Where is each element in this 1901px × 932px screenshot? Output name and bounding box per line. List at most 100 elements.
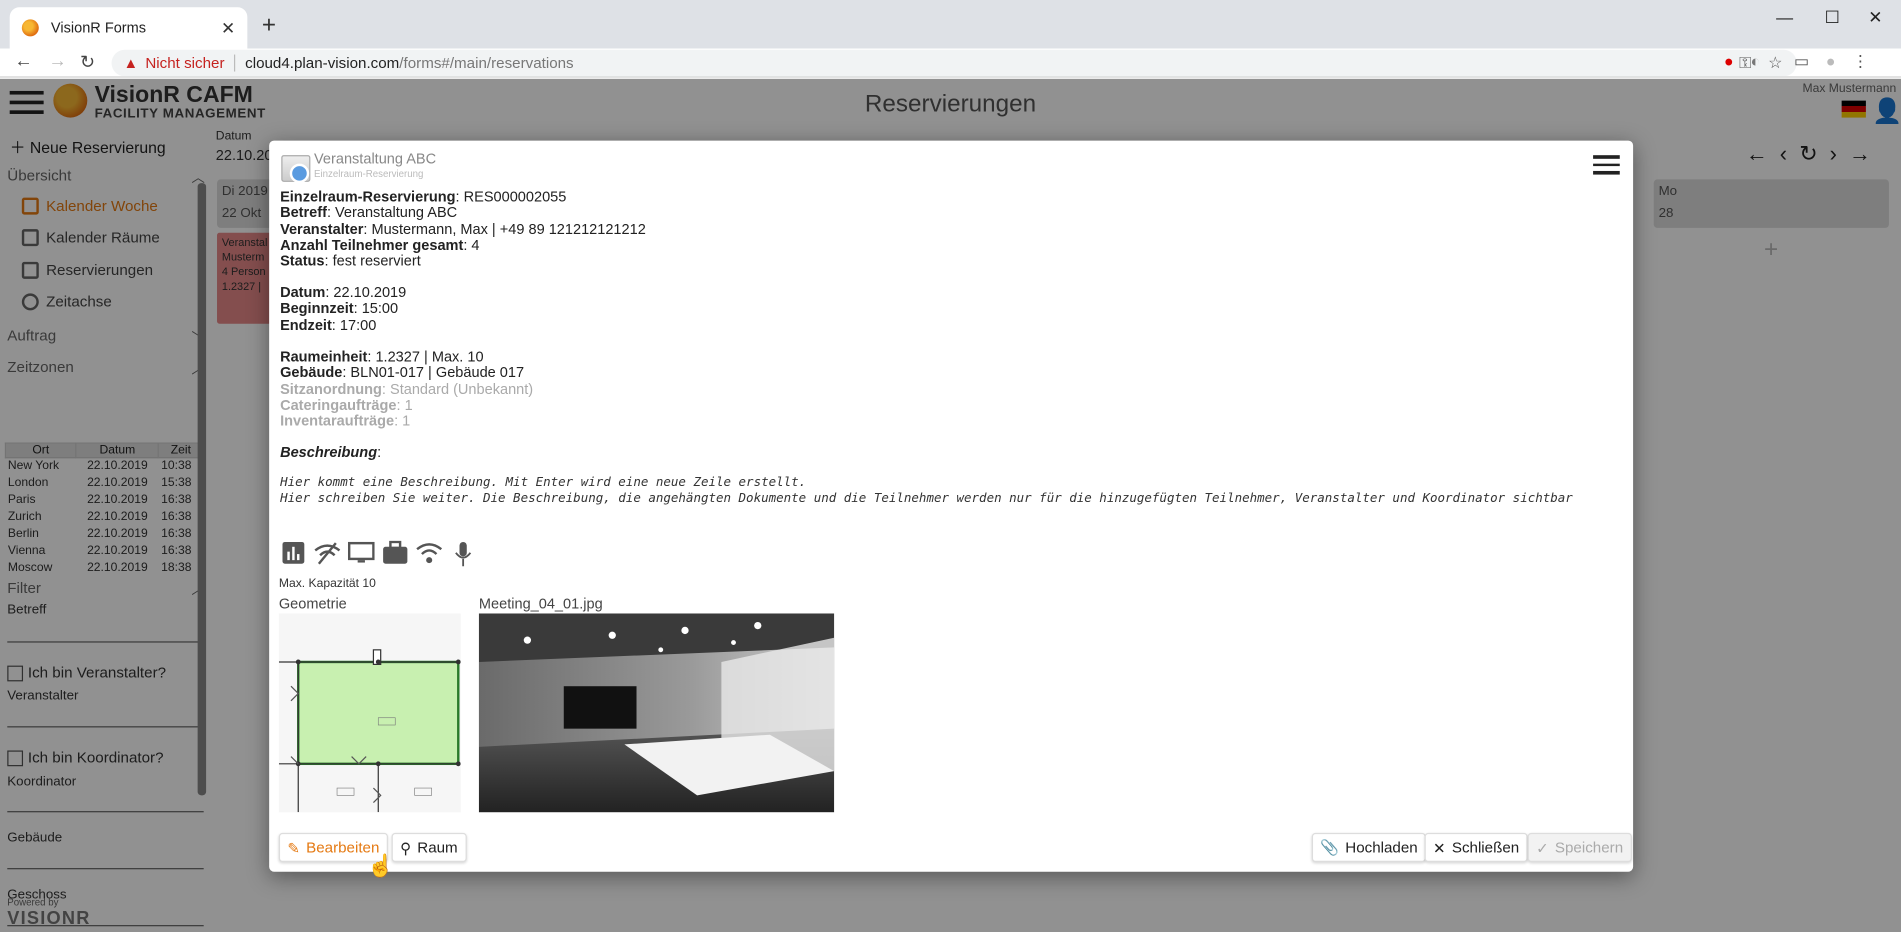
monitor-icon	[347, 541, 375, 568]
field-value: : 22.10.2019	[325, 283, 407, 301]
browser-tab[interactable]: VisionR Forms ✕	[9, 7, 248, 49]
field-status: Status: fest reserviert	[280, 252, 646, 270]
address-bar: ← → ↻ ▲ Nicht sicher cloud4.plan-vision.…	[0, 48, 1901, 78]
field-label: Raumeinheit	[280, 347, 368, 365]
wifi-off-icon	[314, 541, 341, 568]
field-beschreibung: Beschreibung:	[280, 443, 382, 461]
field-reservation: Einzelraum-Reservierung: RES000002055	[280, 187, 646, 205]
field-value: : 4	[463, 236, 480, 254]
save-label: Speichern	[1554, 838, 1624, 856]
field-value: : Veranstaltung ABC	[326, 204, 458, 222]
field-gebaeude: Gebäude: BLN01-017 | Gebäude 017	[280, 365, 533, 381]
field-value: : 1	[394, 412, 411, 430]
favicon-icon	[21, 19, 39, 37]
info-block-3: Raumeinheit: 1.2327 | Max. 10 Gebäude: B…	[280, 347, 533, 430]
extension-icon[interactable]: ●	[1724, 52, 1734, 71]
microphone-icon	[450, 541, 477, 568]
dialog-menu-icon[interactable]	[1593, 155, 1620, 174]
url-field[interactable]: ▲ Nicht sicher cloud4.plan-vision.com/fo…	[111, 49, 1797, 77]
field-value: : fest reserviert	[324, 252, 421, 270]
geometry-floorplan[interactable]	[278, 613, 461, 813]
field-value: : Mustermann, Max | +49 89 121212121212	[363, 220, 646, 238]
save-button[interactable]: ✓ Speichern	[1527, 832, 1632, 863]
new-tab-icon[interactable]: +	[262, 12, 276, 40]
close-tab-icon[interactable]: ✕	[221, 18, 235, 39]
profile-icon[interactable]: ●	[1826, 52, 1836, 71]
url-host: cloud4.plan-vision.com	[245, 54, 400, 72]
field-inventar: Inventaraufträge: 1	[280, 412, 533, 430]
field-label: Sitzanordnung	[280, 380, 382, 398]
field-label: Gebäude	[280, 364, 343, 382]
info-block-1: Einzelraum-Reservierung: RES000002055 Be…	[280, 187, 646, 270]
field-value: : 15:00	[353, 299, 399, 317]
close-icon: ✕	[1433, 839, 1446, 857]
field-value: : Standard (Unbekannt)	[381, 380, 534, 398]
field-label: Beschreibung	[280, 443, 378, 461]
field-value: : BLN01-017 | Gebäude 017	[342, 364, 525, 382]
pencil-icon: ✎	[287, 839, 301, 857]
browser-menu-icon[interactable]: ⋮	[1852, 52, 1868, 71]
back-icon[interactable]: ←	[15, 51, 33, 72]
field-sitz: Sitzanordnung: Standard (Unbekannt)	[280, 381, 533, 397]
field-value: : RES000002055	[455, 187, 567, 205]
field-label: Betreff	[280, 204, 327, 222]
chart-icon	[280, 541, 307, 568]
upload-button[interactable]: 📎 Hochladen	[1311, 832, 1427, 863]
image-label: Meeting_04_01.jpg	[478, 595, 603, 613]
field-value: : 1.2327 | Max. 10	[367, 347, 484, 365]
geometry-label: Geometrie	[278, 595, 347, 613]
extension2-icon[interactable]: ◐	[1751, 52, 1761, 71]
field-raum: Raumeinheit: 1.2327 | Max. 10	[280, 347, 533, 365]
field-label: Status	[280, 252, 325, 270]
field-ende: Endzeit: 17:00	[280, 315, 406, 333]
hand-cursor-icon: ☝	[367, 853, 395, 878]
amenities	[280, 540, 477, 568]
field-beginn: Beginnzeit: 15:00	[280, 299, 406, 317]
upload-label: Hochladen	[1345, 838, 1418, 856]
room-button[interactable]: ⚲ Raum	[391, 832, 467, 863]
forward-icon[interactable]: →	[48, 51, 66, 72]
field-label: Endzeit	[280, 315, 332, 333]
field-label: Beginnzeit	[280, 299, 354, 317]
room-label: Raum	[417, 838, 458, 856]
insecure-label: Nicht sicher	[145, 54, 225, 72]
info-block-2: Datum: 22.10.2019 Beginnzeit: 15:00 Endz…	[280, 283, 407, 333]
check-icon: ✓	[1536, 839, 1549, 857]
field-catering: Cateringaufträge: 1	[280, 396, 533, 414]
location-pin-icon: ⚲	[400, 839, 412, 857]
dialog-title: Veranstaltung ABC	[314, 150, 437, 168]
reload-icon[interactable]: ↻	[80, 51, 95, 73]
url-separator	[234, 54, 236, 72]
app-icon	[281, 155, 311, 184]
description-text: Hier kommt eine Beschreibung. Mit Enter …	[280, 475, 1573, 506]
field-label: Veranstalter	[280, 220, 364, 238]
cast-icon[interactable]: ▭	[1794, 52, 1809, 71]
field-label: Datum	[280, 283, 326, 301]
paperclip-icon: 📎	[1320, 838, 1340, 856]
field-label: Cateringaufträge	[280, 396, 397, 414]
window-close-icon[interactable]: ✕	[1868, 7, 1882, 28]
field-veranstalter: Veranstalter: Mustermann, Max | +49 89 1…	[280, 221, 646, 237]
field-datum: Datum: 22.10.2019	[280, 283, 407, 301]
url-path: /forms#/main/reservations	[399, 54, 574, 72]
capacity-label: Max. Kapazität 10	[278, 577, 376, 591]
minimize-icon[interactable]: —	[1776, 7, 1793, 26]
maximize-icon[interactable]: ☐	[1825, 7, 1840, 28]
reservation-dialog: Veranstaltung ABC Einzelraum-Reservierun…	[269, 140, 1634, 872]
field-label: Inventaraufträge	[280, 412, 395, 430]
tab-title: VisionR Forms	[50, 19, 147, 37]
room-photo[interactable]	[478, 613, 835, 813]
field-betreff: Betreff: Veranstaltung ABC	[280, 204, 646, 222]
briefcase-icon	[382, 540, 409, 568]
dialog-subtitle: Einzelraum-Reservierung	[314, 168, 424, 180]
close-label: Schließen	[1451, 838, 1520, 856]
field-value: : 1	[396, 396, 413, 414]
browser-tabbar: VisionR Forms ✕ + — ☐ ✕	[0, 0, 1901, 49]
field-teilnehmer: Anzahl Teilnehmer gesamt: 4	[280, 237, 646, 253]
wifi-icon	[416, 541, 443, 568]
field-value: : 17:00	[331, 315, 377, 333]
field-label: Einzelraum-Reservierung	[280, 187, 456, 205]
warning-icon: ▲	[123, 54, 139, 72]
close-button[interactable]: ✕ Schließen	[1424, 832, 1528, 863]
field-label: Anzahl Teilnehmer gesamt	[280, 236, 464, 254]
